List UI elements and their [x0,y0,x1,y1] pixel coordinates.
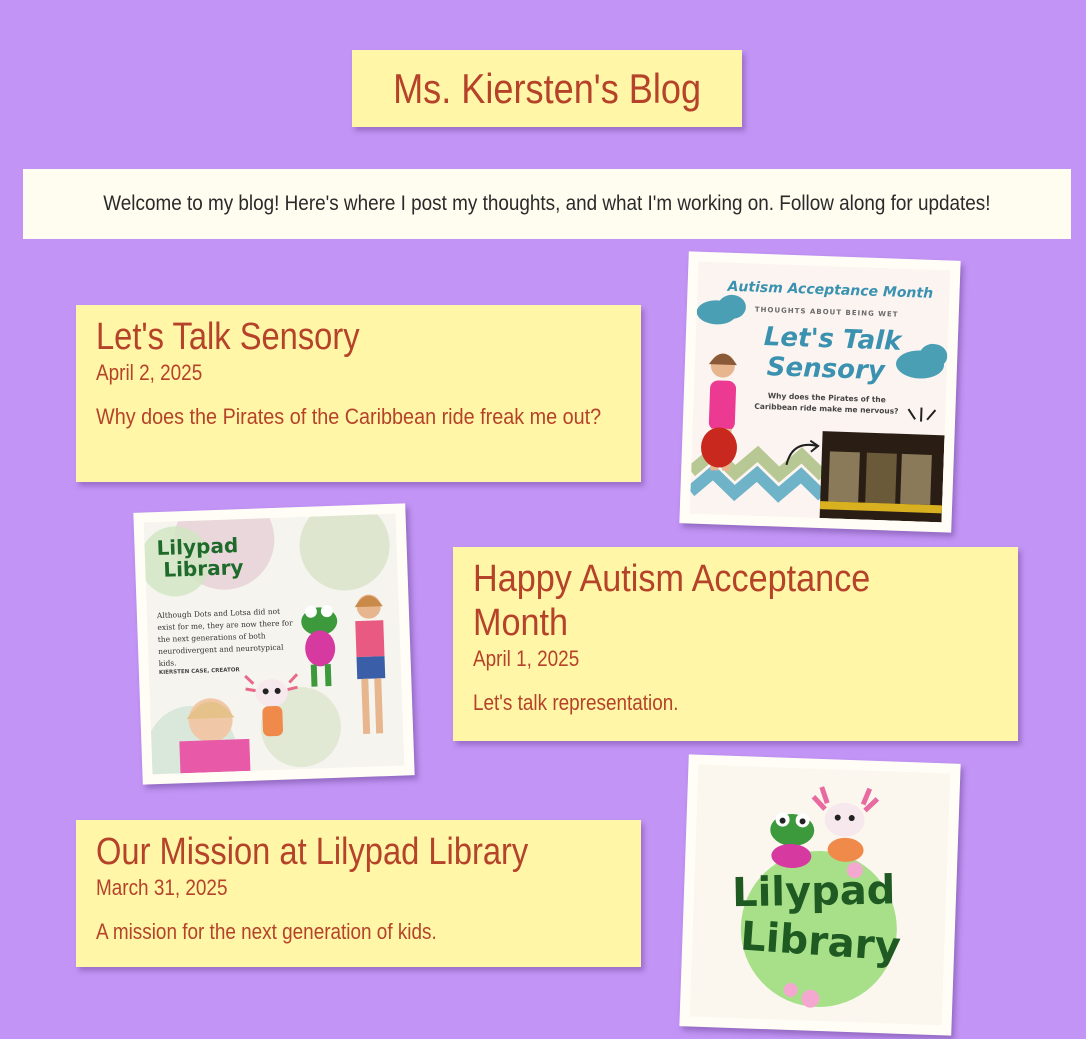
post-date: April 2, 2025 [96,360,203,385]
post-summary: Why does the Pirates of the Caribbean ri… [96,404,602,429]
post-title[interactable]: Happy Autism Acceptance Month [473,557,896,645]
post-card-our-mission[interactable]: Our Mission at Lilypad Library March 31,… [76,820,641,967]
representation-body-text: Although Dots and Lotsa did not exist fo… [156,606,293,669]
page-title: Ms. Kiersten's Blog [392,64,702,112]
intro-banner: Welcome to my blog! Here's where I post … [23,169,1071,239]
post-title[interactable]: Our Mission at Lilypad Library [96,830,621,874]
post-card-lets-talk-sensory[interactable]: Let's Talk Sensory April 2, 2025 Why doe… [76,305,641,482]
post-date: March 31, 2025 [96,875,228,900]
post-summary: A mission for the next generation of kid… [96,919,437,944]
graphic-title-1: Let's Talk [763,322,902,357]
post-image-lilypad-library-logo[interactable]: Lilypad Library [679,754,961,1036]
intro-text: Welcome to my blog! Here's where I post … [103,192,991,215]
post-title[interactable]: Let's Talk Sensory [96,315,621,359]
post-image-lilypad-representation[interactable]: Lilypad Library Although Dots and Lotsa … [133,503,415,785]
post-summary: Let's talk representation. [473,690,679,715]
graphic-title-2: Sensory [766,352,886,387]
post-date: April 1, 2025 [473,646,580,671]
lilypad-logo-line-1: Lilypad [731,867,896,917]
post-card-happy-autism-acceptance-month[interactable]: Happy Autism Acceptance Month April 1, 2… [453,547,1018,741]
lilypad-logo-line-2: Library [162,555,244,582]
blog-title-card: Ms. Kiersten's Blog [352,50,742,127]
post-image-lets-talk-sensory[interactable]: Autism Acceptance Month THOUGHTS ABOUT B… [679,251,961,533]
